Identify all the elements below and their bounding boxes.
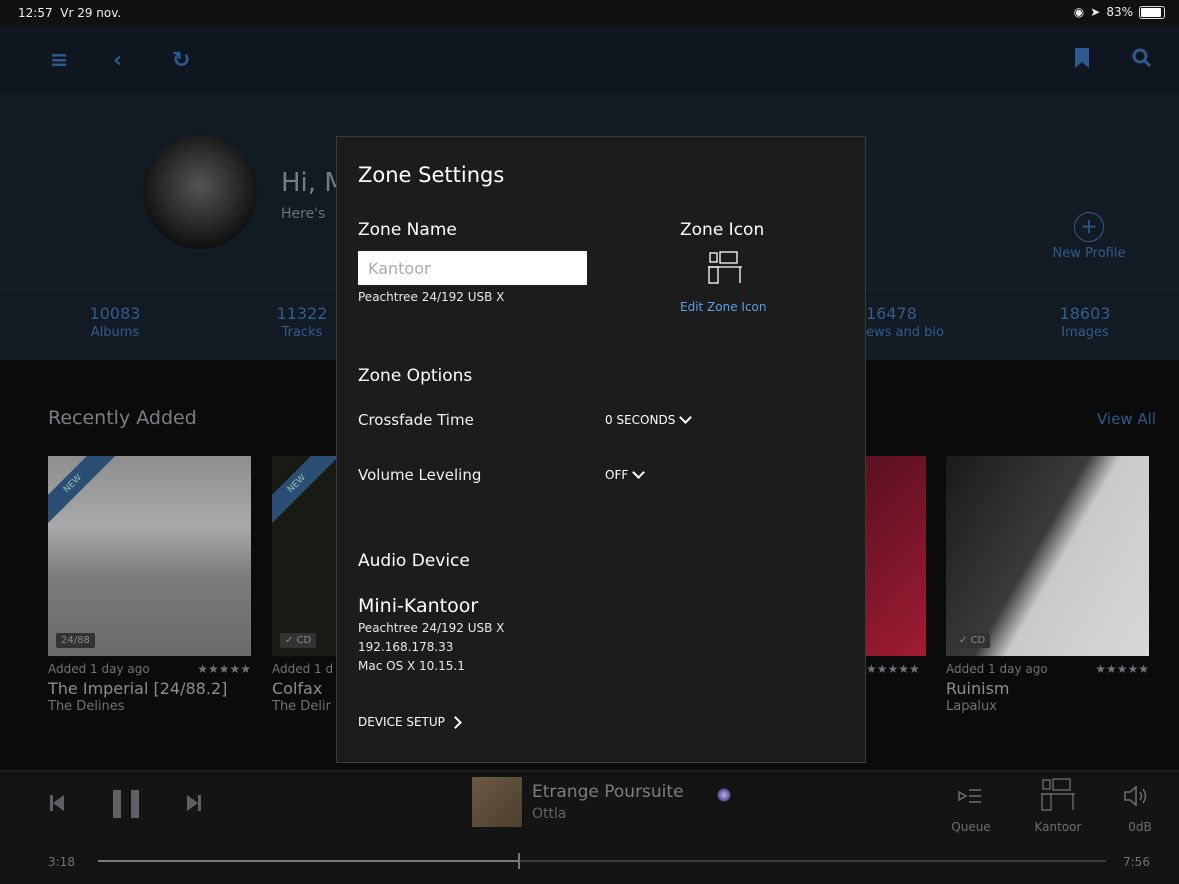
volume-icon[interactable] <box>1124 785 1150 811</box>
app-toolbar: ≡ ‹ ↻ <box>0 26 1179 94</box>
quality-indicator-icon[interactable] <box>717 788 731 802</box>
battery-icon <box>1139 5 1165 19</box>
now-playing-artwork[interactable] <box>472 777 522 827</box>
device-ip: 192.168.178.33 <box>358 640 454 654</box>
new-profile-button[interactable]: + New Profile <box>1044 212 1134 261</box>
album-cover: ✓ CD <box>946 456 1149 656</box>
now-playing-title[interactable]: Etrange Poursuite <box>532 782 684 802</box>
album-title: Ruinism <box>946 679 1010 698</box>
status-bar: 12:57 Vr 29 nov. ◉ ➤ 83% <box>0 0 1179 26</box>
volume-button[interactable]: 0dB <box>1122 820 1158 834</box>
view-all-link[interactable]: View All <box>1097 410 1156 428</box>
zone-settings-dialog: Zone Settings Zone Name Peachtree 24/192… <box>336 136 866 763</box>
device-name: Mini-Kantoor <box>358 595 479 617</box>
album-card[interactable]: NEW ✓ CD Added 1 d Colfax The Delir <box>272 456 336 714</box>
zone-button[interactable]: Kantoor <box>1030 820 1086 834</box>
wifi-icon: ◉ <box>1073 5 1085 19</box>
zone-icon-label: Zone Icon <box>680 220 765 240</box>
track-duration: 7:56 <box>1123 855 1150 869</box>
computer-desk-icon[interactable] <box>707 251 743 289</box>
seek-handle[interactable] <box>518 853 521 869</box>
album-artist: The Delines <box>48 699 125 714</box>
dialog-title: Zone Settings <box>358 163 505 187</box>
audio-device-label: Audio Device <box>358 551 470 571</box>
computer-desk-icon[interactable] <box>1040 778 1076 816</box>
next-track-button[interactable] <box>187 795 201 815</box>
stat-albums[interactable]: 10083 Albums <box>60 304 170 340</box>
album-card[interactable]: ✓ CD Added 1 day ago ★★★★★ Ruinism Lapalu… <box>946 456 1149 714</box>
album-artist: The Delir <box>272 699 331 714</box>
zone-options-label: Zone Options <box>358 366 473 386</box>
stat-tracks[interactable]: 11322 Tracks <box>262 304 342 340</box>
now-playing-artist[interactable]: Ottla <box>532 806 566 822</box>
album-cover: NEW ✓ CD <box>272 456 336 656</box>
plus-icon: + <box>1074 212 1104 242</box>
album-artist: Lapalux <box>946 699 997 714</box>
seek-bar[interactable] <box>98 853 1106 869</box>
section-title: Recently Added <box>48 407 197 429</box>
album-card[interactable]: ★★★★★ <box>866 456 926 676</box>
avatar[interactable] <box>143 135 257 249</box>
menu-icon[interactable]: ≡ <box>50 48 68 73</box>
device-os: Mac OS X 10.15.1 <box>358 659 465 673</box>
back-icon[interactable]: ‹ <box>113 48 122 73</box>
crossfade-label: Crossfade Time <box>358 411 474 429</box>
volume-leveling-dropdown[interactable]: OFF <box>605 466 646 482</box>
album-card[interactable]: NEW 24/88 Added 1 day ago ★★★★★ The Imper… <box>48 456 251 714</box>
crossfade-dropdown[interactable]: 0 SECONDS <box>605 411 693 427</box>
device-setup-button[interactable]: DEVICE SETUP <box>358 715 462 729</box>
album-cover <box>866 456 926 656</box>
rating-stars[interactable]: ★★★★★ <box>866 662 920 676</box>
zone-name-input[interactable] <box>358 251 587 285</box>
queue-icon[interactable] <box>958 786 982 812</box>
refresh-icon[interactable]: ↻ <box>172 48 190 73</box>
greeting-subtitle: Here's <box>281 206 326 222</box>
location-icon: ➤ <box>1090 5 1101 19</box>
album-title: Colfax <box>272 679 323 698</box>
edit-zone-icon-link[interactable]: Edit Zone Icon <box>680 300 767 314</box>
zone-device-text: Peachtree 24/192 USB X <box>358 290 505 304</box>
battery-percent: 83% <box>1106 5 1133 19</box>
chevron-down-icon <box>632 466 646 479</box>
device-model: Peachtree 24/192 USB X <box>358 621 505 635</box>
status-time: 12:57 Vr 29 nov. <box>18 6 122 20</box>
queue-button[interactable]: Queue <box>945 820 997 834</box>
elapsed-time: 3:18 <box>48 855 75 869</box>
bookmark-icon[interactable] <box>1075 48 1089 74</box>
album-cover: NEW 24/88 <box>48 456 251 656</box>
volume-leveling-label: Volume Leveling <box>358 466 482 484</box>
rating-stars[interactable]: ★★★★★ <box>1095 662 1149 676</box>
chevron-right-icon <box>449 715 462 729</box>
previous-track-button[interactable] <box>50 795 64 815</box>
zone-name-label: Zone Name <box>358 220 457 240</box>
rating-stars[interactable]: ★★★★★ <box>197 662 251 676</box>
stat-reviews[interactable]: 16478 ews and bio <box>866 304 966 340</box>
album-title: The Imperial [24/88.2] <box>48 679 228 698</box>
search-icon[interactable] <box>1132 48 1152 74</box>
chevron-down-icon <box>679 411 693 424</box>
pause-button[interactable] <box>113 790 139 822</box>
stat-images[interactable]: 18603 Images <box>1040 304 1130 340</box>
